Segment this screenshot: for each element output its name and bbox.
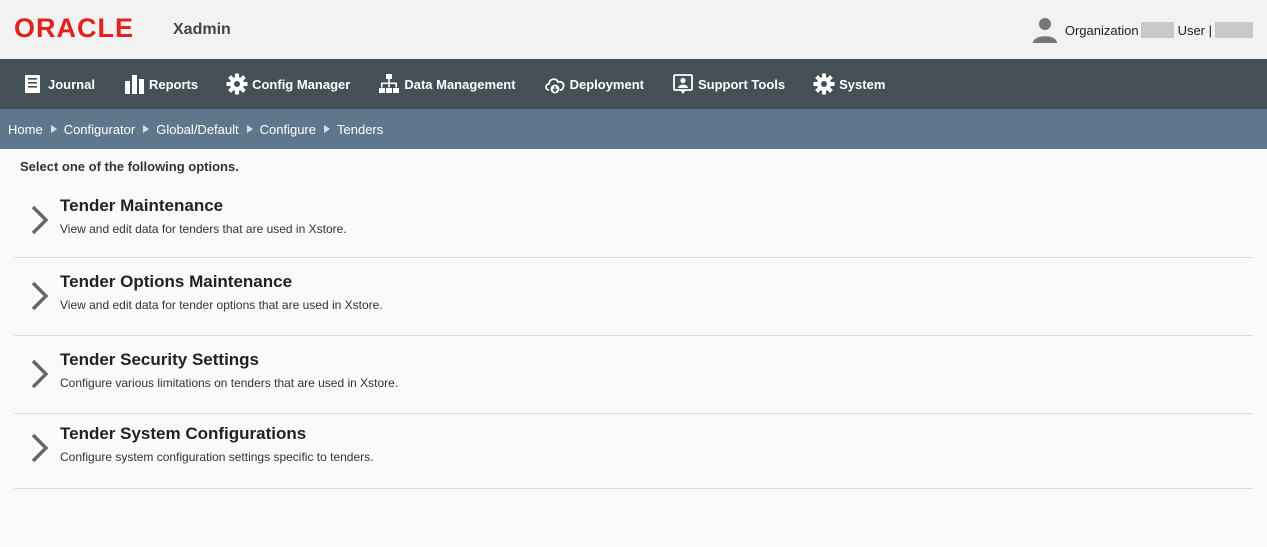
main-nav: Journal Reports Config Manager Data Mana… xyxy=(0,59,1267,109)
main-content: Select one of the following options. Ten… xyxy=(0,149,1267,489)
option-tender-options-maintenance[interactable]: Tender Options Maintenance View and edit… xyxy=(14,258,1253,336)
nav-deployment[interactable]: Deployment xyxy=(530,59,658,109)
option-title[interactable]: Tender Maintenance xyxy=(60,196,223,216)
breadcrumb-separator-icon xyxy=(324,125,330,133)
cloud-download-icon xyxy=(544,73,566,95)
breadcrumb: Home Configurator Global/Default Configu… xyxy=(0,109,1267,149)
gear-icon xyxy=(813,73,835,95)
option-title[interactable]: Tender Options Maintenance xyxy=(60,272,292,292)
nav-journal[interactable]: Journal xyxy=(8,59,109,109)
breadcrumb-separator-icon xyxy=(246,125,253,133)
hierarchy-icon xyxy=(378,73,400,95)
option-title[interactable]: Tender System Configurations xyxy=(60,424,306,444)
user-label: User | xyxy=(1177,22,1212,38)
app-name: Xadmin xyxy=(173,21,231,38)
svg-text:ORACLE: ORACLE xyxy=(14,16,134,40)
chevron-right-icon xyxy=(30,358,50,390)
option-tender-maintenance[interactable]: Tender Maintenance View and edit data fo… xyxy=(14,186,1253,258)
journal-icon xyxy=(22,73,44,95)
breadcrumb-separator-icon xyxy=(143,125,150,133)
option-description: View and edit data for tender options th… xyxy=(60,298,383,312)
support-icon xyxy=(672,73,694,95)
chevron-right-icon xyxy=(30,280,50,312)
nav-system[interactable]: System xyxy=(799,59,899,109)
user-icon[interactable] xyxy=(1031,17,1059,43)
organization-value-redacted xyxy=(1140,22,1174,38)
chevron-right-icon xyxy=(30,204,50,236)
breadcrumb-configurator[interactable]: Configurator xyxy=(64,122,136,137)
nav-support-tools[interactable]: Support Tools xyxy=(658,59,799,109)
nav-data-management[interactable]: Data Management xyxy=(364,59,529,109)
option-tender-system-configurations[interactable]: Tender System Configurations Configure s… xyxy=(14,414,1253,489)
option-description: Configure various limitations on tenders… xyxy=(60,376,399,390)
oracle-logo: ORACLE xyxy=(14,16,162,40)
breadcrumb-separator-icon xyxy=(50,125,57,133)
chevron-right-icon xyxy=(30,432,50,464)
gear-icon xyxy=(226,73,248,95)
breadcrumb-global-default[interactable]: Global/Default xyxy=(156,122,238,137)
breadcrumb-home[interactable]: Home xyxy=(8,122,43,137)
instruction-text: Select one of the following options. xyxy=(20,159,239,174)
option-title[interactable]: Tender Security Settings xyxy=(60,350,259,370)
reports-icon xyxy=(123,73,145,95)
organization-label: Organization xyxy=(1064,22,1139,38)
user-value-redacted xyxy=(1215,22,1253,38)
nav-reports[interactable]: Reports xyxy=(109,59,212,109)
app-header: ORACLE Xadmin Organization User | xyxy=(0,0,1267,59)
breadcrumb-tenders: Tenders xyxy=(337,121,384,137)
option-description: View and edit data for tenders that are … xyxy=(60,222,347,236)
option-tender-security-settings[interactable]: Tender Security Settings Configure vario… xyxy=(14,336,1253,414)
nav-config-manager[interactable]: Config Manager xyxy=(212,59,364,109)
breadcrumb-configure[interactable]: Configure xyxy=(260,122,316,137)
option-description: Configure system configuration settings … xyxy=(60,450,374,464)
user-area: Organization User | xyxy=(1031,17,1253,43)
